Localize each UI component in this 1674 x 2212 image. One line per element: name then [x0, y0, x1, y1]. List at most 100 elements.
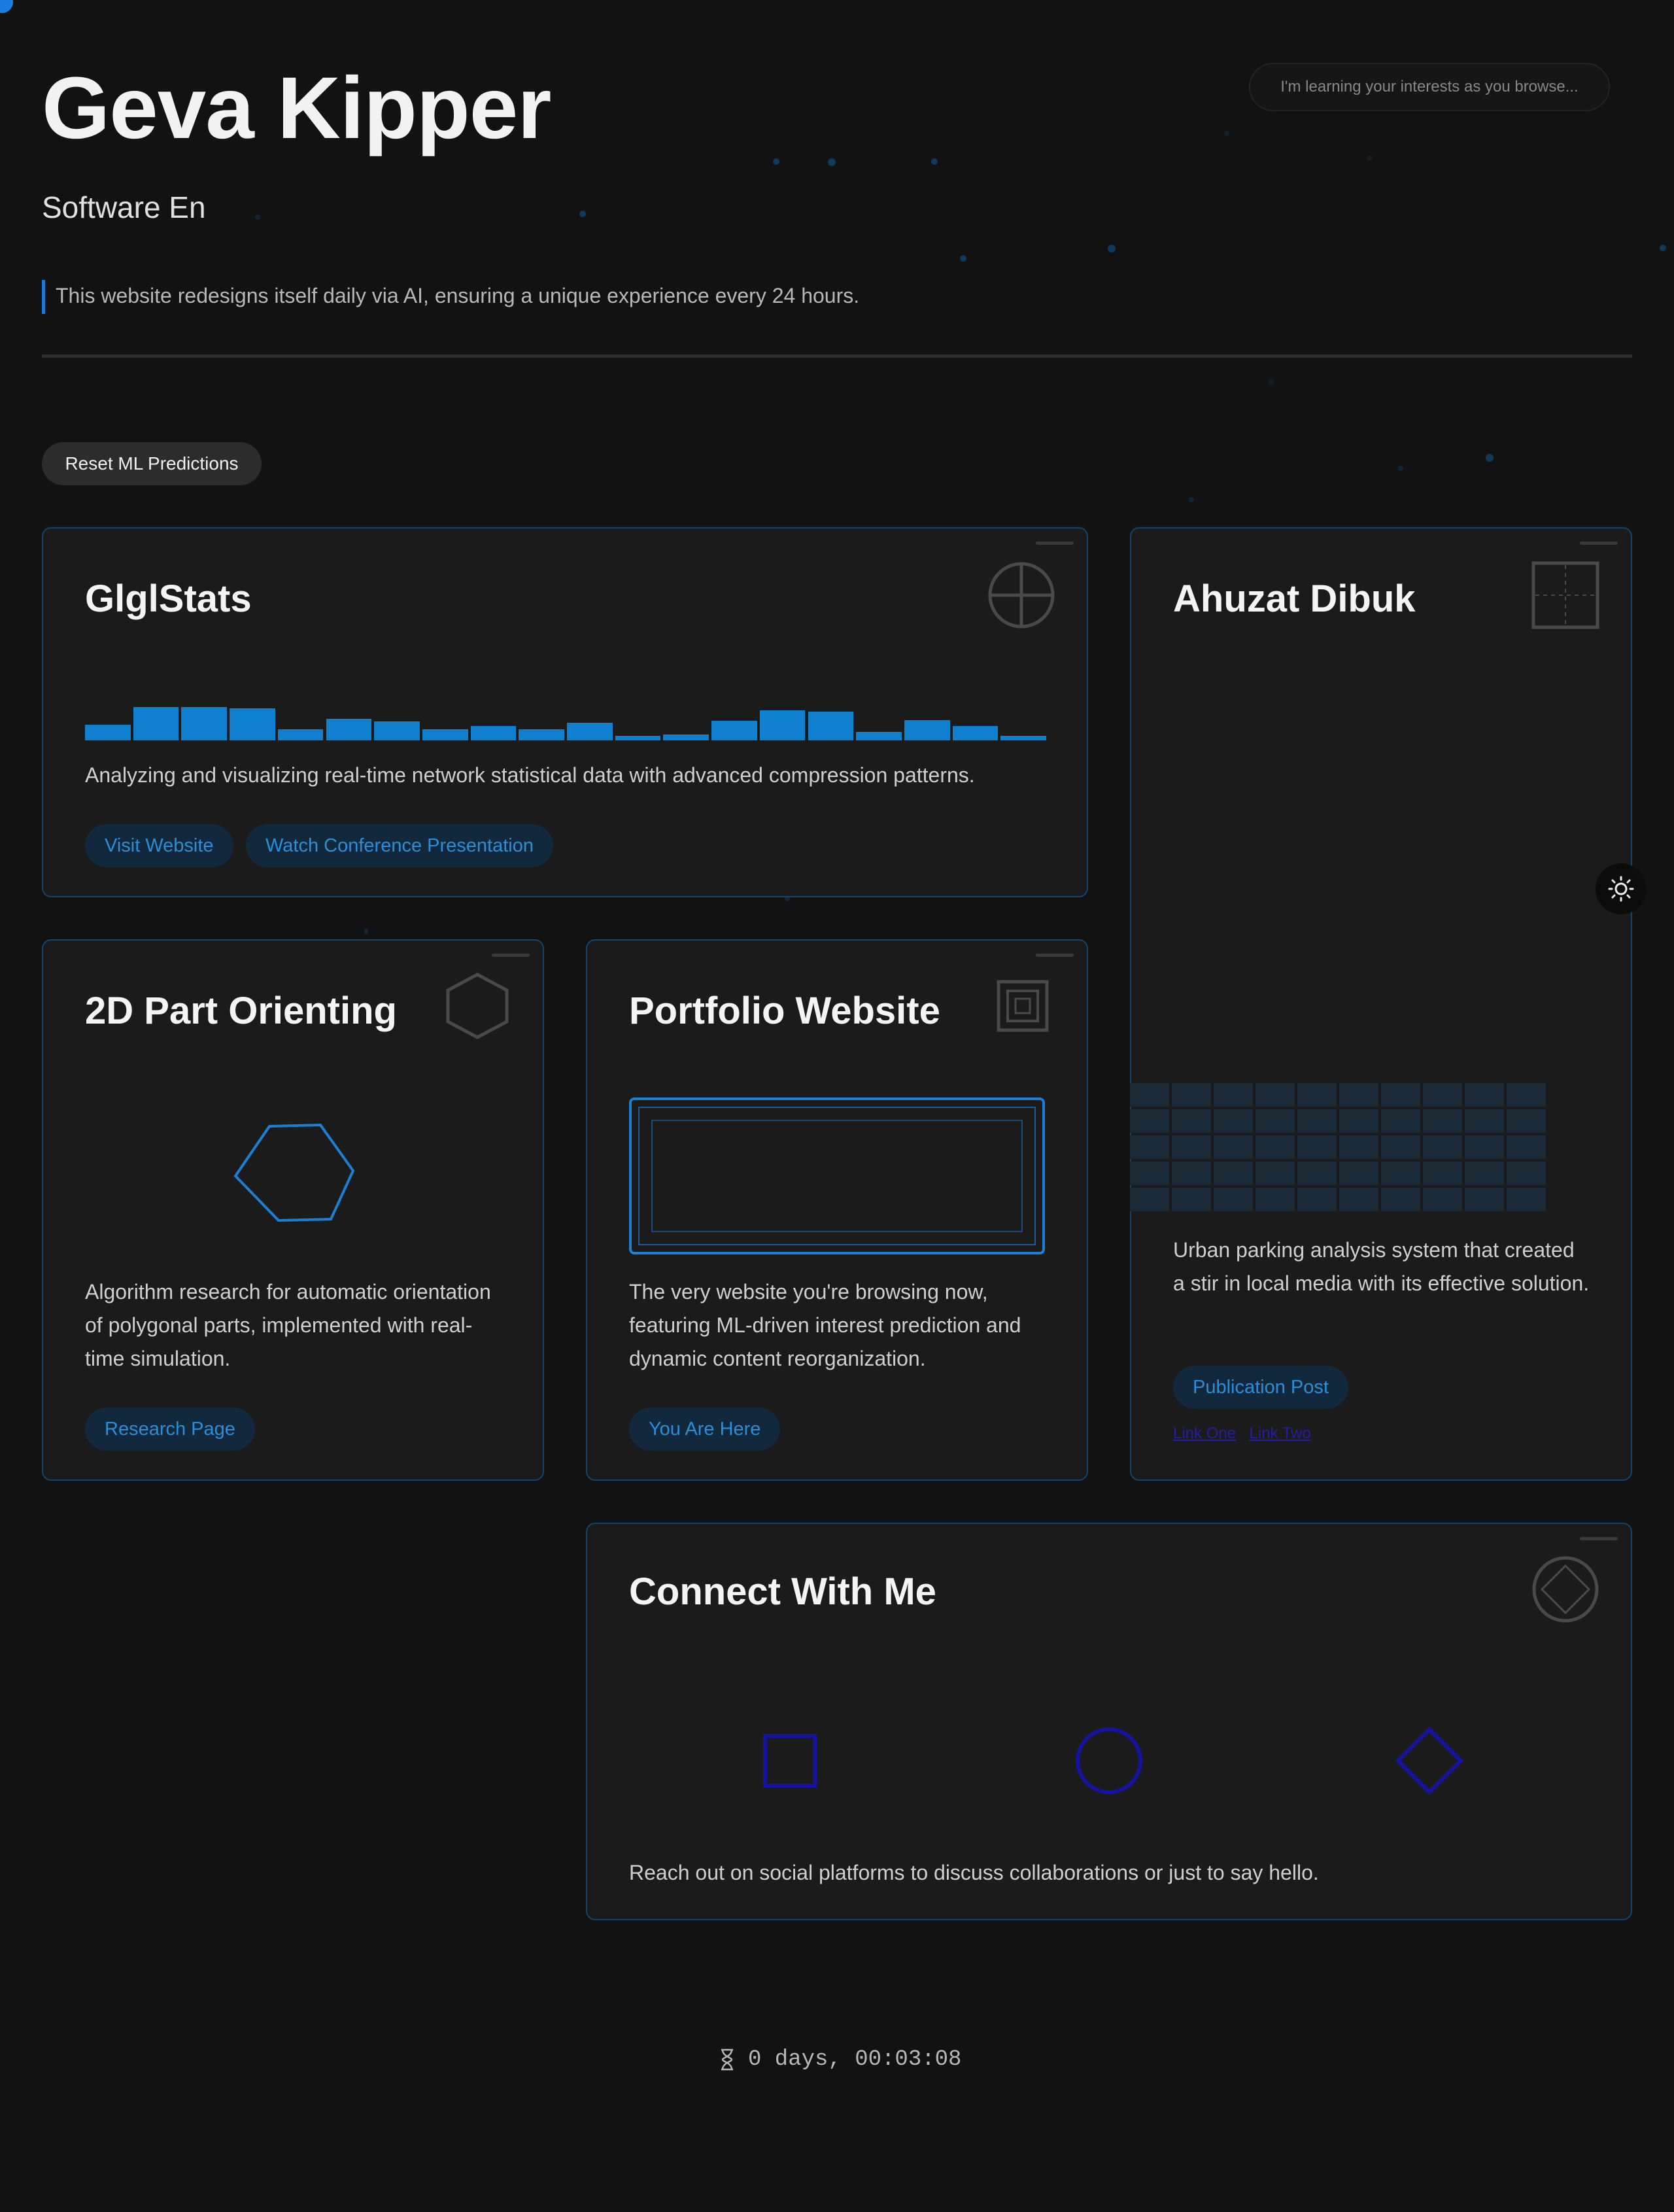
parking-cell — [1214, 1188, 1253, 1211]
parking-cell — [1297, 1188, 1337, 1211]
stats-bar — [181, 707, 228, 740]
page-title: Geva Kipper — [42, 60, 551, 157]
stats-bar — [85, 725, 131, 740]
parking-cell — [1423, 1135, 1462, 1159]
parking-cell — [1465, 1188, 1504, 1211]
small-link[interactable]: Link One — [1173, 1425, 1236, 1442]
publication-post-link[interactable]: Publication Post — [1173, 1366, 1348, 1409]
social-diamond-icon[interactable] — [1395, 1727, 1463, 1795]
parking-cell — [1214, 1083, 1253, 1107]
project-card-glglstats[interactable]: GlglStats Analyzing and visualizing real… — [42, 527, 1088, 897]
parking-cell — [1423, 1083, 1462, 1107]
parking-cell — [1507, 1083, 1546, 1107]
parking-cell — [1172, 1083, 1211, 1107]
parking-cell — [1214, 1109, 1253, 1133]
nested-squares-icon — [997, 980, 1049, 1032]
parking-cell — [1297, 1109, 1337, 1133]
stats-bar — [133, 707, 179, 740]
card-description: Algorithm research for automatic orienta… — [85, 1280, 491, 1370]
visit-website-link[interactable]: Visit Website — [85, 824, 233, 867]
reset-ml-predictions-button[interactable]: Reset ML Predictions — [42, 442, 262, 485]
drag-handle[interactable] — [1036, 954, 1074, 957]
project-card-portfolio-website[interactable]: Portfolio Website The very website you'r… — [586, 939, 1088, 1481]
stats-bar — [856, 732, 902, 740]
parking-cell — [1214, 1162, 1253, 1185]
card-title: Portfolio Website — [629, 990, 940, 1032]
parking-cell — [1256, 1083, 1295, 1107]
parking-cell — [1256, 1109, 1295, 1133]
learning-notice: I'm learning your interests as you brows… — [1249, 63, 1610, 111]
social-circle-icon[interactable] — [1075, 1727, 1143, 1795]
stats-bar — [470, 726, 517, 740]
parking-cell — [1339, 1188, 1378, 1211]
parking-cell — [1130, 1135, 1169, 1159]
parking-cell — [1339, 1162, 1378, 1185]
stats-bar — [952, 726, 999, 740]
timer-text: 0 days, 00:03:08 — [748, 2047, 962, 2072]
parking-cell — [1172, 1109, 1211, 1133]
sun-icon — [1608, 876, 1634, 902]
you-are-here-link[interactable]: You Are Here — [629, 1408, 781, 1451]
parking-cell — [1339, 1109, 1378, 1133]
parking-cell — [1172, 1135, 1211, 1159]
stats-bar-chart — [85, 699, 1046, 740]
parking-cell — [1381, 1135, 1420, 1159]
drag-handle[interactable] — [492, 954, 530, 957]
stats-bar — [277, 729, 324, 740]
project-card-2d-part-orienting[interactable]: 2D Part Orienting Algorithm research for… — [42, 939, 544, 1481]
parking-cell — [1130, 1188, 1169, 1211]
card-title: GlglStats — [85, 578, 252, 620]
parking-cell — [1507, 1162, 1546, 1185]
crosshair-circle-icon — [988, 562, 1055, 629]
parking-cell — [1507, 1135, 1546, 1159]
parking-cell — [1423, 1162, 1462, 1185]
card-title: Connect With Me — [629, 1570, 936, 1613]
cursor-dot — [0, 0, 13, 13]
dashed-grid-square-icon — [1531, 561, 1599, 629]
stats-bar — [422, 729, 468, 740]
stats-bar — [230, 708, 275, 740]
parking-cell — [1256, 1162, 1295, 1185]
parking-cell — [1465, 1109, 1504, 1133]
theme-toggle-button[interactable] — [1596, 863, 1647, 914]
drag-handle[interactable] — [1036, 542, 1074, 545]
parking-cell — [1297, 1083, 1337, 1107]
watch-conference-link[interactable]: Watch Conference Presentation — [246, 824, 553, 867]
connect-card[interactable]: Connect With Me Reach out on social plat… — [586, 1523, 1632, 1920]
drag-handle[interactable] — [1580, 1537, 1618, 1540]
social-square-icon[interactable] — [762, 1733, 817, 1788]
stats-bar — [519, 729, 564, 740]
parking-cell — [1465, 1083, 1504, 1107]
project-card-ahuzat-dibuk[interactable]: Ahuzat Dibuk — [1130, 527, 1632, 1481]
parking-cell — [1130, 1162, 1169, 1185]
parking-cell — [1172, 1162, 1211, 1185]
parking-cell — [1130, 1083, 1169, 1107]
hexagon-icon — [446, 973, 509, 1039]
stats-bar — [374, 721, 420, 740]
parking-cell — [1465, 1162, 1504, 1185]
parking-cell — [1339, 1083, 1378, 1107]
polygon-part-visual — [233, 1124, 355, 1222]
parking-cell — [1256, 1188, 1295, 1211]
small-links-row: Link One Link Two — [1173, 1425, 1322, 1443]
parking-cell — [1507, 1109, 1546, 1133]
stats-bar — [711, 721, 757, 740]
parking-cell — [1256, 1135, 1295, 1159]
drag-handle[interactable] — [1580, 542, 1618, 545]
parking-grid-visual — [1130, 1083, 1546, 1211]
nested-frames-visual — [629, 1097, 1045, 1254]
parking-cell — [1381, 1109, 1420, 1133]
parking-cell — [1423, 1109, 1462, 1133]
parking-cell — [1339, 1135, 1378, 1159]
stats-bar — [759, 710, 806, 740]
site-tagline: This website redesigns itself daily via … — [42, 280, 859, 314]
small-link[interactable]: Link Two — [1250, 1425, 1311, 1442]
parking-cell — [1423, 1188, 1462, 1211]
uptime-timer: 0 days, 00:03:08 — [719, 2047, 961, 2072]
card-title: Ahuzat Dibuk — [1173, 578, 1416, 620]
parking-cell — [1214, 1135, 1253, 1159]
stats-bar — [808, 712, 854, 740]
research-page-link[interactable]: Research Page — [85, 1408, 255, 1451]
parking-cell — [1130, 1109, 1169, 1133]
card-description: Reach out on social platforms to discuss… — [629, 1861, 1319, 1884]
